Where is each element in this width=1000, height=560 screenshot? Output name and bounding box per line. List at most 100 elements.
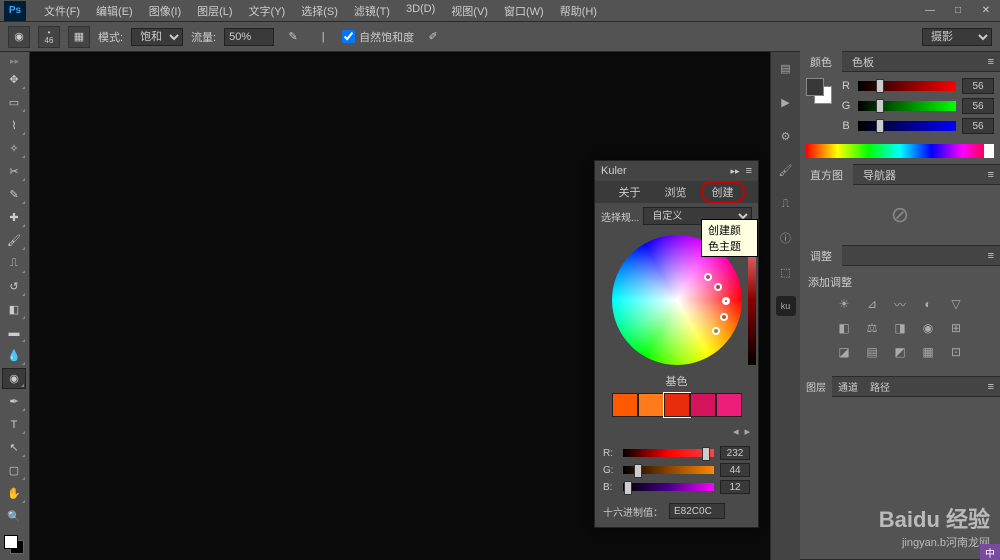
brush-panel-dock-icon[interactable]: 🖌 — [776, 160, 796, 180]
tool-preset-icon[interactable]: ◉ — [8, 26, 30, 48]
kuler-g-value[interactable] — [720, 463, 750, 477]
adj-selective-icon[interactable]: ⊡ — [947, 344, 965, 360]
tab-channels[interactable]: 通道 — [832, 376, 864, 397]
sponge-tool[interactable]: ◉ — [2, 368, 26, 389]
blur-tool[interactable]: 💧 — [2, 345, 26, 366]
g-value[interactable] — [962, 98, 994, 114]
vibrance-checkbox[interactable]: 自然饱和度 — [342, 29, 414, 45]
mode-dropdown[interactable]: 饱和 — [131, 28, 183, 46]
color-panel-menu[interactable]: ≡ — [982, 56, 1000, 68]
menu-edit[interactable]: 编辑(E) — [88, 0, 141, 22]
kuler-panel-icon[interactable]: ku — [776, 296, 796, 316]
tab-color[interactable]: 颜色 — [800, 51, 842, 73]
3d-panel-icon[interactable]: ⬚ — [776, 262, 796, 282]
eraser-tool[interactable]: ◧ — [2, 299, 26, 320]
adj-threshold-icon[interactable]: ◩ — [891, 344, 909, 360]
menu-layer[interactable]: 图层(L) — [189, 0, 240, 22]
properties-panel-icon[interactable]: ⚙ — [776, 126, 796, 146]
info-panel-icon[interactable]: ⓘ — [776, 228, 796, 248]
maximize-button[interactable]: □ — [944, 1, 972, 21]
adj-photo-filter-icon[interactable]: ◉ — [919, 320, 937, 336]
minimize-button[interactable]: — — [916, 1, 944, 21]
menu-image[interactable]: 图像(I) — [141, 0, 189, 22]
lasso-tool[interactable]: ⌇ — [2, 115, 26, 136]
eyedropper-tool[interactable]: ✎ — [2, 184, 26, 205]
wheel-handle-4[interactable] — [720, 313, 728, 321]
kuler-b-slider[interactable] — [623, 483, 714, 491]
kuler-tab-about[interactable]: 关于 — [609, 182, 651, 202]
adjust-menu[interactable]: ≡ — [982, 250, 1000, 262]
menu-window[interactable]: 窗口(W) — [496, 0, 552, 22]
tab-swatches[interactable]: 色板 — [842, 51, 884, 73]
adj-posterize-icon[interactable]: ▤ — [863, 344, 881, 360]
tab-navigator[interactable]: 导航器 — [853, 164, 906, 186]
hand-tool[interactable]: ✋ — [2, 483, 26, 504]
kuler-collapse-icon[interactable]: ▸▸ — [731, 166, 740, 177]
menu-type[interactable]: 文字(Y) — [241, 0, 294, 22]
adj-levels-icon[interactable]: ⊿ — [863, 296, 881, 312]
brush-preset[interactable]: •46 — [38, 26, 60, 48]
kuler-prev-icon[interactable]: ◂ — [733, 425, 739, 438]
pen-tool[interactable]: ✒ — [2, 391, 26, 412]
heal-tool[interactable]: ✚ — [2, 207, 26, 228]
brush-panel-icon[interactable]: ▦ — [68, 26, 90, 48]
airbrush-icon[interactable]: ✎ — [282, 26, 304, 48]
tab-paths[interactable]: 路径 — [864, 376, 896, 397]
adj-balance-icon[interactable]: ⚖ — [863, 320, 881, 336]
clone-panel-icon[interactable]: ⎍ — [776, 194, 796, 214]
history-brush-tool[interactable]: ↺ — [2, 276, 26, 297]
wheel-handle-base[interactable] — [722, 297, 730, 305]
adj-exposure-icon[interactable]: ◐ — [919, 296, 937, 312]
kuler-r-slider[interactable] — [623, 449, 714, 457]
vibrance-check-input[interactable] — [342, 30, 355, 43]
stamp-tool[interactable]: ⎍ — [2, 253, 26, 274]
wheel-handle-2[interactable] — [714, 283, 722, 291]
menu-filter[interactable]: 滤镜(T) — [346, 0, 398, 22]
toolbar-collapse[interactable]: ▸▸ — [2, 56, 27, 67]
menu-file[interactable]: 文件(F) — [36, 0, 88, 22]
crop-tool[interactable]: ✂ — [2, 161, 26, 182]
wand-tool[interactable]: ✧ — [2, 138, 26, 159]
kuler-swatch-5[interactable] — [716, 393, 742, 417]
kuler-swatch-2[interactable] — [638, 393, 664, 417]
zoom-tool[interactable]: 🔍 — [2, 506, 26, 527]
menu-select[interactable]: 选择(S) — [293, 0, 346, 22]
history-panel-icon[interactable]: ▤ — [776, 58, 796, 78]
adj-invert-icon[interactable]: ◪ — [835, 344, 853, 360]
path-tool[interactable]: ↖ — [2, 437, 26, 458]
tab-layers[interactable]: 图层 — [800, 376, 832, 397]
kuler-g-slider[interactable] — [623, 466, 714, 474]
kuler-b-value[interactable] — [720, 480, 750, 494]
b-slider[interactable] — [858, 121, 956, 131]
g-slider[interactable] — [858, 101, 956, 111]
actions-panel-icon[interactable]: ▶ — [776, 92, 796, 112]
r-slider[interactable] — [858, 81, 956, 91]
adj-hue-icon[interactable]: ◧ — [835, 320, 853, 336]
kuler-swatch-1[interactable] — [612, 393, 638, 417]
layers-menu[interactable]: ≡ — [982, 381, 1000, 393]
kuler-r-value[interactable] — [720, 446, 750, 460]
kuler-hex-input[interactable] — [669, 503, 725, 519]
brush-tool[interactable]: 🖌 — [2, 230, 26, 251]
adj-gradient-map-icon[interactable]: ▦ — [919, 344, 937, 360]
adj-mixer-icon[interactable]: ⊞ — [947, 320, 965, 336]
adj-vibrance-icon[interactable]: ▽ — [947, 296, 965, 312]
menu-3d[interactable]: 3D(D) — [398, 0, 443, 22]
menu-help[interactable]: 帮助(H) — [552, 0, 605, 22]
move-tool[interactable]: ✥ — [2, 69, 26, 90]
flow-input[interactable] — [224, 28, 274, 46]
adj-curves-icon[interactable]: 〰 — [891, 296, 909, 312]
menu-view[interactable]: 视图(V) — [443, 0, 496, 22]
b-value[interactable] — [962, 118, 994, 134]
tab-histogram[interactable]: 直方图 — [800, 164, 853, 186]
fg-color-swatch[interactable] — [4, 535, 18, 549]
spectrum-bar[interactable] — [806, 144, 994, 158]
ime-badge[interactable]: 中 — [980, 544, 1000, 560]
workspace-dropdown[interactable]: 摄影 — [922, 28, 992, 46]
panel-fg-swatch[interactable] — [806, 78, 824, 96]
kuler-swatch-3[interactable] — [664, 393, 690, 417]
kuler-next-icon[interactable]: ▸ — [744, 425, 750, 438]
gradient-tool[interactable]: ▬ — [2, 322, 26, 343]
kuler-tab-browse[interactable]: 浏览 — [655, 182, 697, 202]
kuler-tab-create[interactable]: 创建 — [701, 181, 745, 203]
